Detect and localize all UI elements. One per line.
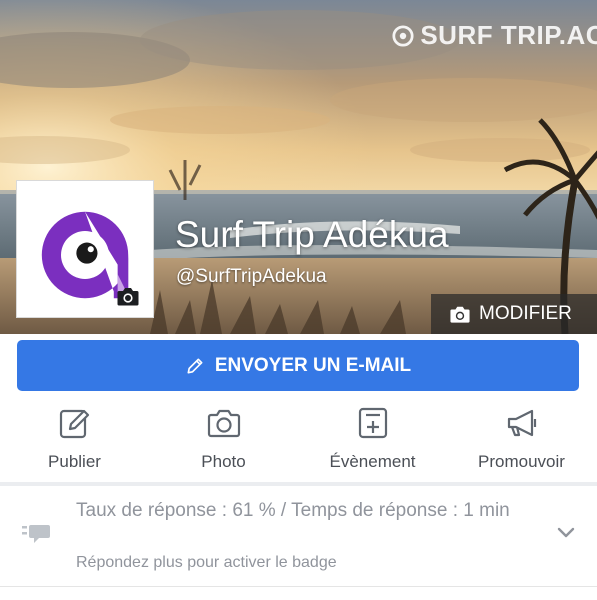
action-photo-label: Photo [201,452,246,471]
message-bubble-icon [22,525,50,543]
megaphone-icon [507,409,536,437]
chevron-down-icon[interactable] [556,526,576,540]
cover-watermark: SURF TRIP.AC [392,20,597,51]
page-title: Surf Trip Adékua [175,214,449,255]
edit-icon [59,409,89,439]
modify-cover-label: MODIFIER [479,303,572,324]
response-rate-row[interactable]: Taux de réponse : 61 % / Temps de répons… [0,486,597,600]
watermark-text: SURF TRIP.AC [420,20,597,50]
action-photo[interactable]: Photo [149,398,298,480]
action-event-label: Évènement [329,452,416,471]
send-email-label: ENVOYER UN E-MAIL [214,354,412,376]
modify-cover-button[interactable]: MODIFIER [431,294,597,334]
action-promote-label: Promouvoir [478,452,565,471]
pencil-icon [187,358,203,373]
page-handle[interactable]: @SurfTripAdekua [176,266,327,288]
action-promote[interactable]: Promouvoir [447,398,596,480]
change-profile-photo-icon[interactable] [115,285,141,307]
action-publish-label: Publier [48,452,101,471]
camera-icon [207,409,240,438]
event-icon [358,407,387,439]
response-rate-text: Taux de réponse : 61 % / Temps de répons… [76,500,510,521]
profile-picture[interactable] [16,180,154,318]
facebook-page-header: SURF TRIP.AC Surf Trip Adékua @SurfTripA… [0,0,597,600]
row-divider [0,586,597,587]
action-publish[interactable]: Publier [0,398,149,480]
camera-icon [450,306,470,323]
response-badge-hint: Répondez plus pour activer le badge [76,554,337,571]
send-email-button[interactable]: ENVOYER UN E-MAIL [17,340,579,391]
action-event[interactable]: Évènement [298,398,447,480]
page-actions-bar: Publier Photo Évènement Promouvoir [0,398,597,480]
watermark-logo-icon [392,24,414,47]
